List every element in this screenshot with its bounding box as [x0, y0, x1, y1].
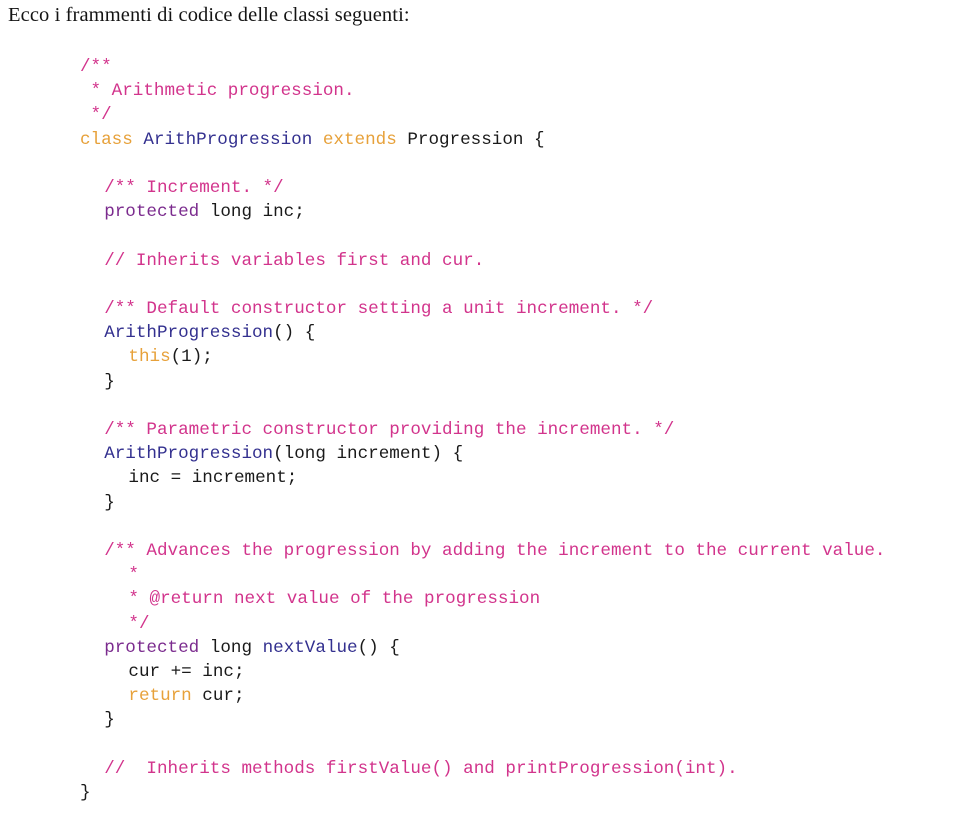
- code-line: inc = increment;: [128, 466, 960, 490]
- code-line: /** Default constructor setting a unit i…: [104, 297, 960, 321]
- code-line: cur += inc;: [128, 660, 960, 684]
- code-line: }: [104, 370, 960, 394]
- code-token-cmt: * @return next value of the progression: [128, 589, 541, 610]
- code-token-plain: inc = increment;: [128, 468, 298, 489]
- code-token-cmt: */: [128, 613, 150, 634]
- code-token-plain: }: [104, 492, 115, 513]
- code-token-plain: long: [199, 637, 263, 658]
- code-token-cmt: /** Parametric constructor providing the…: [104, 419, 675, 440]
- code-line: */: [128, 612, 960, 636]
- code-line: */: [80, 103, 960, 127]
- code-token-plain: () {: [273, 323, 316, 344]
- code-token-cmt: */: [80, 105, 112, 126]
- code-token-plain: cur;: [191, 686, 245, 707]
- code-line: /** Advances the progression by adding t…: [80, 539, 960, 563]
- code-token-cmt: // Inherits methods firstValue() and pri…: [104, 758, 738, 779]
- code-token-kw: this: [128, 347, 171, 368]
- code-snippet-block: /** * Arithmetic progression. */class Ar…: [80, 55, 960, 805]
- code-line: /**: [80, 55, 960, 79]
- page-title: Ecco i frammenti di codice delle classi …: [8, 4, 410, 26]
- code-line: ArithProgression() {: [104, 321, 960, 345]
- code-token-kw: return: [128, 686, 192, 707]
- code-token-plain: (long increment) {: [273, 444, 464, 465]
- code-line: *: [128, 563, 960, 587]
- code-token-mod: protected: [104, 202, 200, 223]
- code-token-plain: (1);: [170, 347, 213, 368]
- code-token-cmt: // Inherits variables first and cur.: [104, 250, 485, 271]
- code-token-cmt: /** Increment. */: [104, 178, 284, 198]
- code-line: return cur;: [128, 684, 960, 708]
- code-line: }: [104, 491, 960, 515]
- code-token-plain: }: [80, 783, 91, 803]
- code-token-cmt: /** Default constructor setting a unit i…: [104, 298, 654, 319]
- code-line: /** Increment. */: [104, 176, 960, 200]
- code-token-type: ArithProgression: [104, 444, 274, 465]
- code-line: // Inherits variables first and cur.: [104, 249, 960, 273]
- code-token-plain: cur += inc;: [128, 662, 245, 682]
- code-line: /** Parametric constructor providing the…: [104, 418, 960, 442]
- code-token-cmt: *: [128, 565, 139, 586]
- code-token-type: nextValue: [262, 637, 358, 658]
- code-token-cmt: /** Advances the progression by adding t…: [104, 540, 886, 561]
- code-token-cmt: /**: [80, 57, 112, 77]
- code-token-cmt: * Arithmetic progression.: [80, 81, 355, 102]
- code-line: }: [104, 708, 960, 732]
- code-token-mod: protected: [104, 637, 200, 658]
- code-line: // Inherits methods firstValue() and pri…: [104, 757, 960, 781]
- code-token-type: ArithProgression: [143, 129, 313, 150]
- code-line: * Arithmetic progression.: [80, 79, 960, 103]
- code-token-plain: }: [104, 710, 115, 731]
- code-line: protected long inc;: [104, 200, 960, 224]
- code-token-plain: long inc;: [199, 202, 305, 223]
- code-line: class ArithProgression extends Progressi…: [80, 128, 960, 152]
- code-line: ArithProgression(long increment) {: [104, 442, 960, 466]
- code-token-plain: () {: [357, 637, 400, 658]
- code-token-plain: }: [104, 371, 115, 392]
- code-token-kw: extends: [322, 129, 397, 150]
- code-line: protected long nextValue() {: [104, 636, 960, 660]
- code-line: * @return next value of the progression: [128, 587, 960, 611]
- code-line: this(1);: [128, 345, 960, 369]
- code-line: }: [80, 781, 960, 805]
- code-token-kw: class: [80, 129, 133, 150]
- code-token-type: ArithProgression: [104, 323, 274, 344]
- code-token-plain: Progression {: [396, 129, 545, 150]
